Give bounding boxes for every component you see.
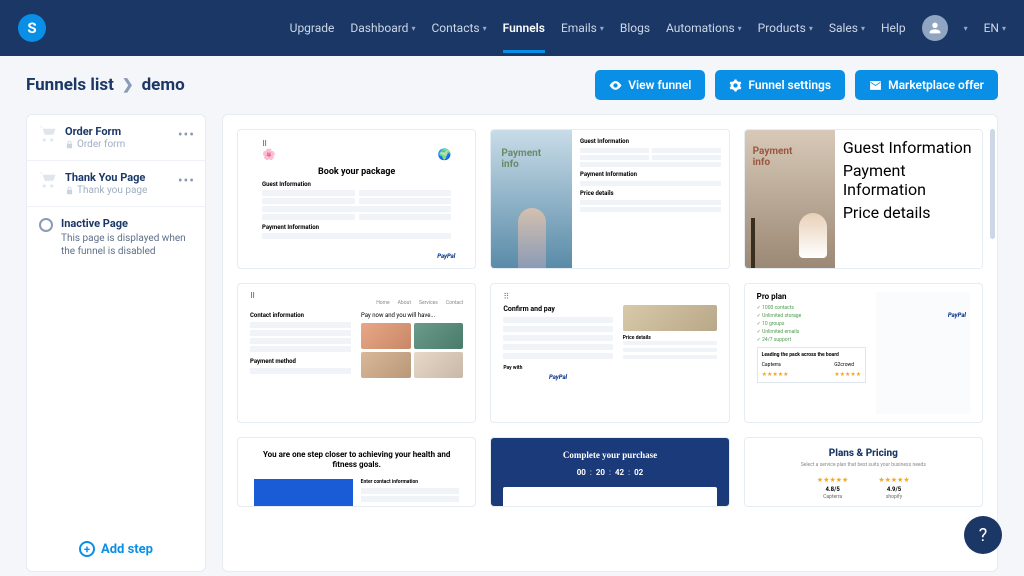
nav-emails[interactable]: Emails▾ [561, 3, 604, 53]
breadcrumb: Funnels list ❯ demo [26, 75, 185, 95]
nav-upgrade[interactable]: Upgrade [290, 3, 335, 53]
step-title: Order Form [65, 125, 193, 138]
inactive-title: Inactive Page [61, 217, 193, 230]
page-header: Funnels list ❯ demo View funnel Funnel s… [0, 56, 1024, 114]
chevron-down-icon: ▾ [1002, 24, 1006, 33]
topbar: S Upgrade Dashboard▾ Contacts▾ Funnels E… [0, 0, 1024, 56]
steps-sidebar: Order Form Order form ••• Thank You Page… [26, 114, 206, 572]
template-card[interactable]: Payment info Guest Information Payment I… [744, 129, 983, 269]
nav-funnels[interactable]: Funnels [503, 3, 545, 53]
nav-help[interactable]: Help [881, 3, 906, 53]
lock-icon [65, 140, 74, 149]
nav-dashboard[interactable]: Dashboard▾ [350, 3, 415, 53]
lock-icon [65, 186, 74, 195]
step-menu-button[interactable]: ••• [178, 173, 195, 189]
step-title: Thank You Page [65, 171, 193, 184]
template-card[interactable]: Plans & Pricing Select a service plan th… [744, 437, 983, 507]
breadcrumb-current: demo [142, 75, 185, 95]
chevron-down-icon: ▾ [483, 24, 487, 33]
funnel-settings-button[interactable]: Funnel settings [715, 70, 845, 100]
nav-contacts[interactable]: Contacts▾ [431, 3, 486, 53]
breadcrumb-root[interactable]: Funnels list [26, 75, 114, 95]
marketplace-offer-button[interactable]: Marketplace offer [855, 70, 998, 100]
gear-icon [729, 79, 742, 92]
inactive-page-info[interactable]: Inactive Page This page is displayed whe… [27, 207, 205, 268]
chevron-down-icon: ▾ [809, 24, 813, 33]
help-button[interactable]: ? [964, 516, 1002, 554]
avatar[interactable] [922, 15, 948, 41]
nav-automations[interactable]: Automations▾ [666, 3, 742, 53]
chevron-down-icon: ▾ [861, 24, 865, 33]
envelope-icon [869, 79, 882, 92]
step-order-form[interactable]: Order Form Order form ••• [27, 115, 205, 161]
inactive-description: This page is displayed when the funnel i… [61, 232, 193, 258]
step-thank-you[interactable]: Thank You Page Thank you page ••• [27, 161, 205, 207]
template-card[interactable]: Payment info Guest Information Payment I… [490, 129, 729, 269]
chevron-down-icon: ▾ [964, 24, 968, 33]
nav-sales[interactable]: Sales▾ [829, 3, 865, 53]
main-content: Order Form Order form ••• Thank You Page… [0, 114, 1024, 572]
cart-icon [39, 171, 57, 189]
chevron-right-icon: ❯ [122, 77, 134, 93]
add-step-button[interactable]: + Add step [27, 527, 205, 571]
templates-grid: ⠿ 🌸🌍 Book your package Guest Information… [237, 129, 983, 507]
template-card[interactable]: ⠿ 🌸🌍 Book your package Guest Information… [237, 129, 476, 269]
nav-lang[interactable]: EN▾ [984, 3, 1006, 53]
template-title: Book your package [262, 167, 451, 177]
paypal-icon: PayPal [437, 253, 455, 260]
chevron-down-icon: ▾ [600, 24, 604, 33]
template-card[interactable]: Complete your purchase 00: 20: 42: 02 [490, 437, 729, 507]
chevron-down-icon: ▾ [738, 24, 742, 33]
main-nav: Upgrade Dashboard▾ Contacts▾ Funnels Ema… [290, 3, 1006, 53]
cart-icon [39, 125, 57, 143]
paypal-icon: PayPal [880, 312, 966, 319]
template-card[interactable]: Pro plan ✓ 1000 contacts ✓ Unlimited sto… [744, 283, 983, 423]
eye-icon [609, 79, 622, 92]
step-subtitle: Order form [65, 139, 193, 150]
paypal-icon: PayPal [503, 374, 612, 381]
scrollbar[interactable] [990, 129, 995, 239]
step-menu-button[interactable]: ••• [178, 127, 195, 143]
logo[interactable]: S [18, 14, 46, 42]
step-subtitle: Thank you page [65, 185, 193, 196]
circle-icon [39, 218, 53, 232]
template-card[interactable]: ⠿ Confirm and pay Pay with PayPal Price … [490, 283, 729, 423]
template-card[interactable]: ⠿ HomeAboutServicesContact Contact infor… [237, 283, 476, 423]
nav-products[interactable]: Products▾ [758, 3, 813, 53]
header-actions: View funnel Funnel settings Marketplace … [595, 70, 998, 100]
templates-panel: ⠿ 🌸🌍 Book your package Guest Information… [222, 114, 998, 572]
chevron-down-icon: ▾ [411, 24, 415, 33]
template-card[interactable]: You are one step closer to achieving you… [237, 437, 476, 507]
nav-blogs[interactable]: Blogs [620, 3, 650, 53]
plus-icon: + [79, 541, 95, 557]
view-funnel-button[interactable]: View funnel [595, 70, 705, 100]
